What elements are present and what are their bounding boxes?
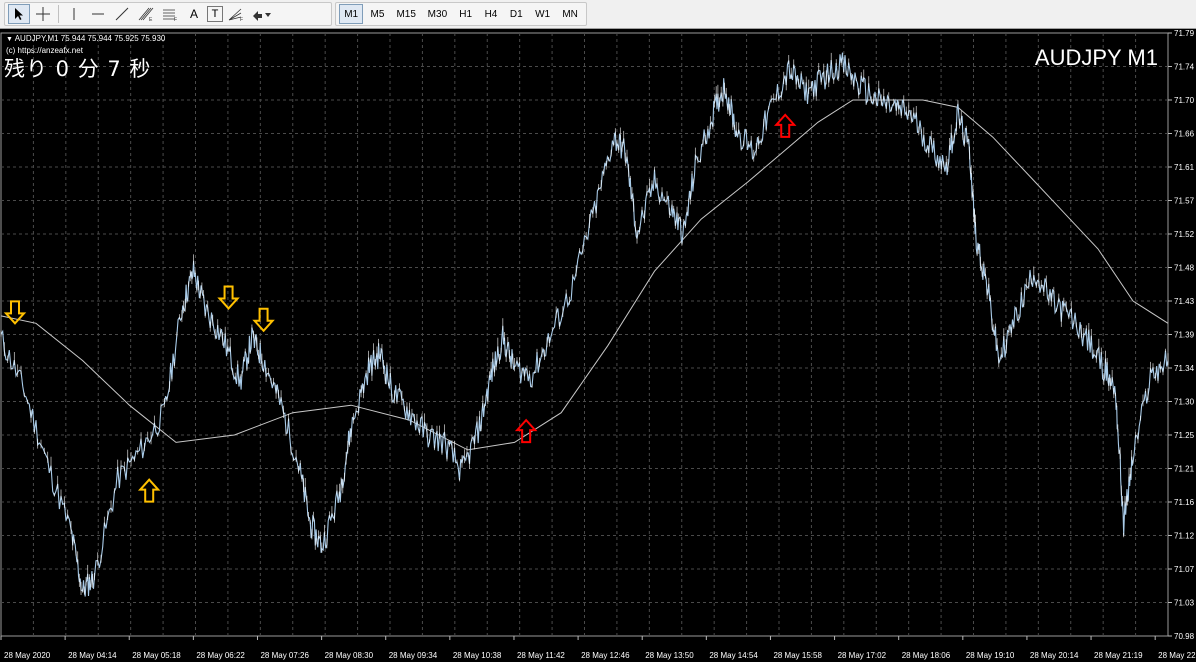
price-tick-label: 71.57 xyxy=(1174,197,1195,206)
horizontal-line-icon xyxy=(92,13,104,15)
price-tick-label: 71.16 xyxy=(1174,498,1195,507)
price-tick-label: 71.74 xyxy=(1174,63,1195,72)
arrows-dropdown-icon xyxy=(253,11,271,21)
price-tick-label: 71.21 xyxy=(1174,465,1195,474)
timeframe-m1[interactable]: M1 xyxy=(339,4,364,24)
price-tick-label: 71.39 xyxy=(1174,331,1195,340)
price-tick-label: 71.34 xyxy=(1174,364,1195,373)
time-tick-label: 28 May 10:38 xyxy=(453,651,502,660)
price-tick-label: 71.25 xyxy=(1174,431,1195,440)
time-tick-label: 28 May 17:02 xyxy=(838,651,887,660)
fibo-fan-icon: F xyxy=(228,8,243,22)
drawing-tools-group: E F A T F xyxy=(4,2,332,26)
text-tool[interactable]: A xyxy=(183,4,205,24)
chart-grid xyxy=(0,32,1169,637)
sell-arrow-icon xyxy=(217,285,240,310)
price-axis[interactable]: 71.79 71.74 71.70 71.66 71.61 71.57 71.52 71.48… xyxy=(1168,29,1195,641)
time-tick-label: 28 May 14:54 xyxy=(709,651,758,660)
time-tick-label: 28 May 15:58 xyxy=(773,651,822,660)
channel-tool[interactable]: F xyxy=(159,4,181,24)
symbol-label: AUDJPY M1 xyxy=(1034,45,1158,70)
time-tick-label: 28 May 11:42 xyxy=(517,651,565,660)
timeframe-m30[interactable]: M30 xyxy=(423,4,452,24)
time-tick-label: 28 May 12:46 xyxy=(581,651,630,660)
bar-countdown: 残り 0 分 7 秒 xyxy=(4,57,152,81)
time-tick-label: 28 May 07:26 xyxy=(260,651,309,660)
fibo-fan-tool[interactable]: F xyxy=(225,4,247,24)
price-tick-label: 71.07 xyxy=(1174,565,1195,574)
crosshair-icon xyxy=(36,7,50,21)
time-axis[interactable]: 28 May 2020 28 May 04:14 28 May 05:18 28 Ma… xyxy=(0,636,1196,660)
arrows-tool[interactable] xyxy=(249,4,273,24)
signal-arrows xyxy=(3,113,797,503)
collapse-triangle-icon[interactable]: ▼ xyxy=(6,36,13,43)
timeframe-w1[interactable]: W1 xyxy=(530,4,555,24)
price-tick-label: 71.66 xyxy=(1174,130,1195,139)
sell-arrow-icon xyxy=(252,307,275,333)
fibonacci-icon: E xyxy=(138,7,154,22)
chart-toolbar: E F A T F M1 M5 M15 M30 H1 H4 D1 W1 MN xyxy=(0,0,1196,29)
price-tick-label: 71.30 xyxy=(1174,398,1195,407)
chart-info-line: ▼ AUDJPY,M1 75.944 75.944 75.925 75.930 xyxy=(6,34,165,43)
timeframe-h1[interactable]: H1 xyxy=(454,4,477,24)
time-tick-label: 28 May 06:22 xyxy=(196,651,245,660)
timeframe-h4[interactable]: H4 xyxy=(479,4,502,24)
time-tick-label: 28 May 04:14 xyxy=(68,651,117,660)
timeframe-m15[interactable]: M15 xyxy=(392,4,421,24)
time-tick-label: 28 May 20:14 xyxy=(1030,651,1079,660)
time-tick-label: 28 May 13:50 xyxy=(645,651,694,660)
timeframe-group: M1 M5 M15 M30 H1 H4 D1 W1 MN xyxy=(335,2,587,26)
vertical-line-tool[interactable] xyxy=(63,4,85,24)
price-tick-label: 71.43 xyxy=(1174,297,1195,306)
time-tick-label: 28 May 18:06 xyxy=(902,651,951,660)
time-tick-label: 28 May 05:18 xyxy=(132,651,181,660)
time-tick-label: 28 May 21:19 xyxy=(1094,651,1143,660)
price-chart[interactable]: 71.79 71.74 71.70 71.66 71.61 71.57 71.52 71.48… xyxy=(0,29,1196,662)
toolbar-separator xyxy=(58,5,59,23)
price-tick-label: 71.12 xyxy=(1174,532,1195,541)
price-tick-label: 71.03 xyxy=(1174,599,1195,608)
price-tick-label: 71.52 xyxy=(1174,230,1195,239)
text-tool-label: A xyxy=(189,7,198,21)
timeframe-mn[interactable]: MN xyxy=(557,4,583,24)
vertical-line-icon xyxy=(73,8,75,20)
cursor-tool[interactable] xyxy=(8,4,30,24)
time-tick-label: 28 May 22 xyxy=(1158,651,1196,660)
svg-text:E: E xyxy=(149,17,153,22)
text-label-tool[interactable]: T xyxy=(207,6,223,22)
trendline-icon xyxy=(115,7,129,21)
trendline-tool[interactable] xyxy=(111,4,133,24)
price-tick-label: 71.61 xyxy=(1174,163,1195,172)
buy-arrow-icon xyxy=(137,478,161,503)
price-tick-label: 70.98 xyxy=(1174,632,1195,641)
timeframe-d1[interactable]: D1 xyxy=(505,4,528,24)
ohlc-info: AUDJPY,M1 75.944 75.944 75.925 75.930 xyxy=(14,34,166,43)
svg-text:F: F xyxy=(174,17,177,22)
time-tick-label: 28 May 08:30 xyxy=(325,651,374,660)
fibonacci-tool[interactable]: E xyxy=(135,4,157,24)
price-tick-label: 71.79 xyxy=(1174,29,1195,38)
text-label-tool-label: T xyxy=(211,8,219,20)
horizontal-line-tool[interactable] xyxy=(87,4,109,24)
channel-icon: F xyxy=(163,9,177,22)
time-tick-label: 28 May 2020 xyxy=(4,651,51,660)
price-tick-label: 71.48 xyxy=(1174,264,1195,273)
time-tick-label: 28 May 19:10 xyxy=(966,651,1015,660)
cursor-icon xyxy=(15,8,23,20)
timeframe-m5[interactable]: M5 xyxy=(365,4,389,24)
crosshair-tool[interactable] xyxy=(32,4,54,24)
price-tick-label: 71.70 xyxy=(1174,96,1195,105)
time-tick-label: 28 May 09:34 xyxy=(389,651,438,660)
svg-text:F: F xyxy=(240,17,243,22)
